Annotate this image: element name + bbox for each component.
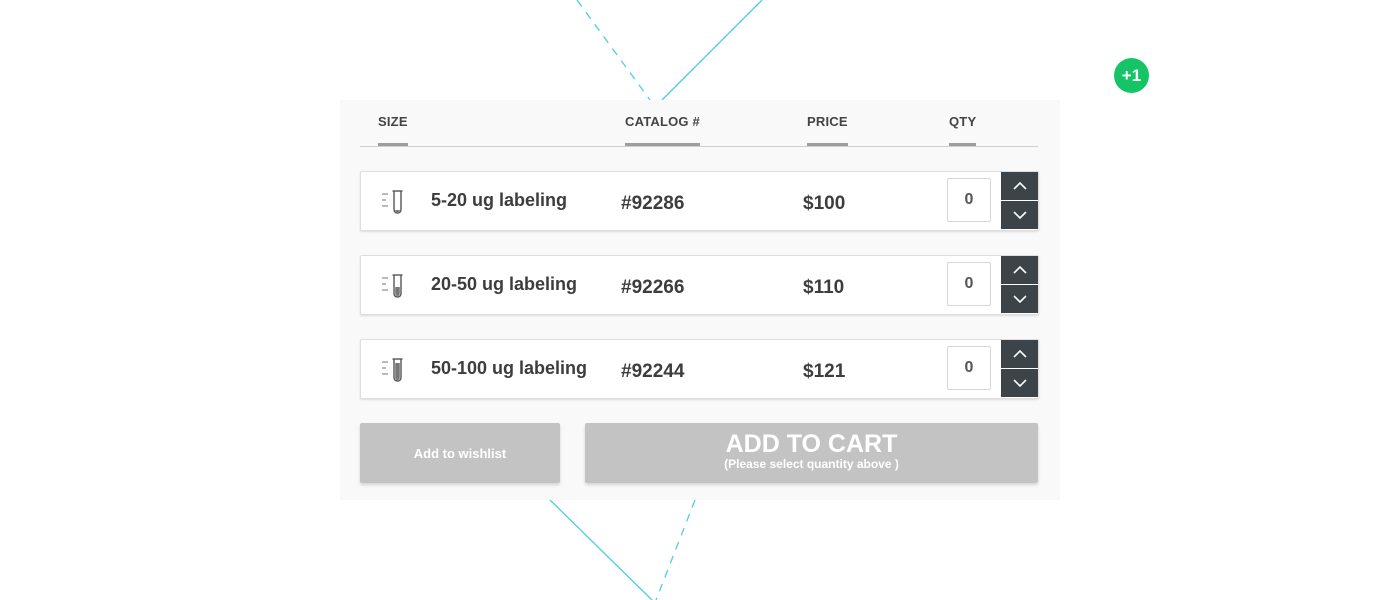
size-column-header: SIZE xyxy=(378,114,408,146)
product-order-widget: +1 SIZE CATALOG # PRICE QTY 5-20 ug labe… xyxy=(0,0,1400,600)
wishlist-label: Add to wishlist xyxy=(413,445,507,461)
catalog-number: #92266 xyxy=(621,277,685,298)
deco-line xyxy=(661,0,763,101)
increment-button[interactable] xyxy=(1001,256,1038,284)
quantity-stepper xyxy=(1001,172,1038,230)
size-label: 20-50 ug labeling xyxy=(431,274,578,294)
add-to-cart-button[interactable]: ADD TO CART (Please select quantity abov… xyxy=(585,423,1038,483)
catalog-number: #92244 xyxy=(621,361,685,382)
test-tube-icon xyxy=(382,274,403,298)
quantity-stepper xyxy=(1001,256,1038,314)
deco-line xyxy=(655,499,696,600)
price: $100 xyxy=(803,193,846,214)
decrement-button[interactable] xyxy=(1001,369,1038,397)
quantity-input[interactable] xyxy=(947,346,991,390)
quantity-stepper xyxy=(1001,340,1038,398)
count-badge: +1 xyxy=(1114,58,1149,93)
chevron-down-icon xyxy=(1012,211,1027,219)
chevron-down-icon xyxy=(1012,295,1027,303)
chevron-up-icon xyxy=(1012,182,1027,190)
decrement-button[interactable] xyxy=(1001,285,1038,313)
table-header: SIZE CATALOG # PRICE QTY xyxy=(360,100,1038,147)
chevron-down-icon xyxy=(1012,379,1027,387)
qty-column-header: QTY xyxy=(949,114,977,146)
quantity-input[interactable] xyxy=(947,178,991,222)
size-label: 5-20 ug labeling xyxy=(431,190,568,210)
product-row: 50-100 ug labeling #92244 $121 xyxy=(360,339,1039,399)
size-label: 50-100 ug labeling xyxy=(431,358,588,378)
catalog-number: #92286 xyxy=(621,193,685,214)
decrement-button[interactable] xyxy=(1001,201,1038,229)
deco-line xyxy=(576,0,651,101)
chevron-up-icon xyxy=(1012,266,1027,274)
deco-line xyxy=(549,499,653,600)
add-to-cart-label: ADD TO CART xyxy=(725,430,898,458)
product-row: 5-20 ug labeling #92286 $100 xyxy=(360,171,1039,231)
add-to-cart-hint: (Please select quantity above ) xyxy=(724,457,899,471)
price: $121 xyxy=(803,361,846,382)
test-tube-icon xyxy=(382,358,403,382)
product-row: 20-50 ug labeling #92266 $110 xyxy=(360,255,1039,315)
test-tube-icon xyxy=(382,190,403,214)
increment-button[interactable] xyxy=(1001,340,1038,368)
increment-button[interactable] xyxy=(1001,172,1038,200)
catalog-column-header: CATALOG # xyxy=(625,114,700,146)
order-panel: SIZE CATALOG # PRICE QTY 5-20 ug labelin… xyxy=(340,100,1060,500)
quantity-input[interactable] xyxy=(947,262,991,306)
price-column-header: PRICE xyxy=(807,114,848,146)
chevron-up-icon xyxy=(1012,350,1027,358)
add-to-wishlist-button[interactable]: Add to wishlist xyxy=(360,423,560,483)
price: $110 xyxy=(803,277,845,298)
